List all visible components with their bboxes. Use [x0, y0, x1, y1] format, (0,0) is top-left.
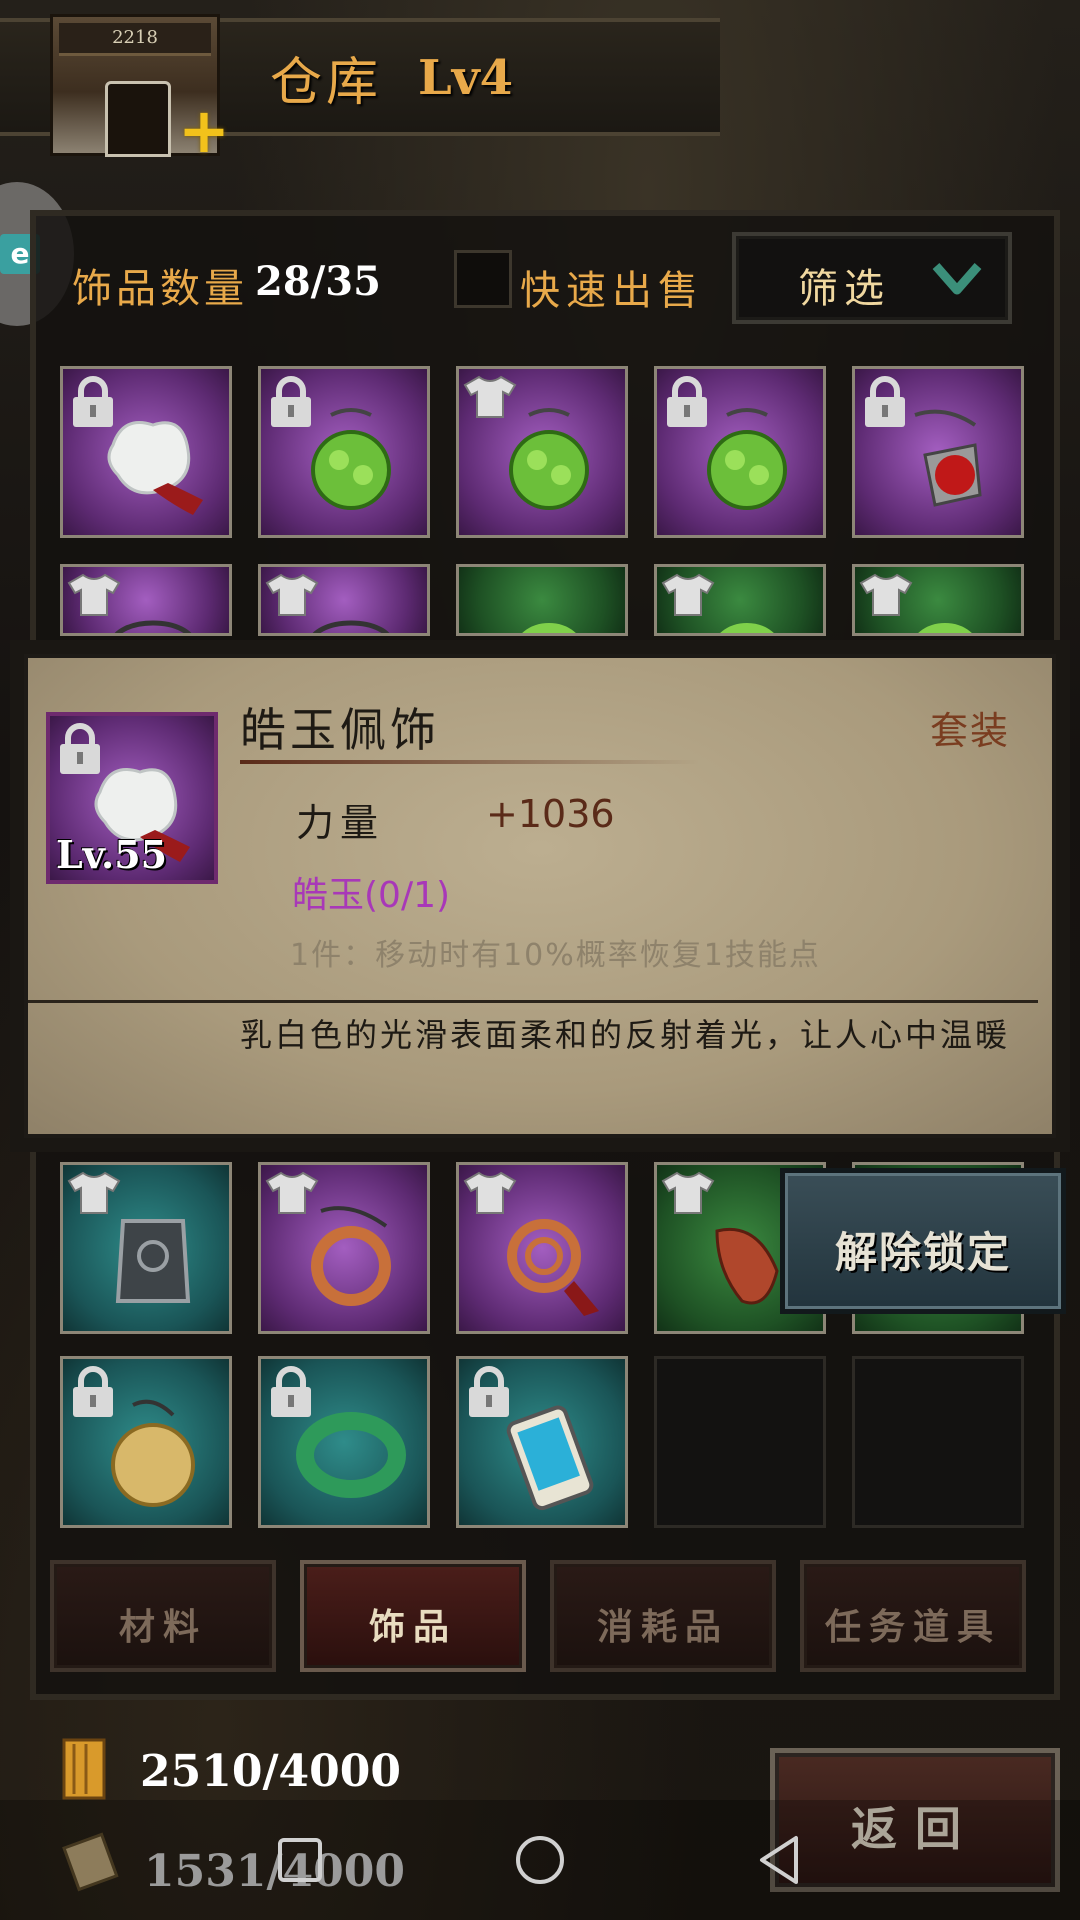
filter-label: 筛选 [798, 266, 890, 312]
tooltip-set-tag: 套装 [930, 709, 1011, 753]
tab-label: 消耗品 [596, 1606, 729, 1648]
inventory-slot[interactable] [456, 1162, 628, 1334]
inventory-slot[interactable] [456, 564, 628, 636]
copper-coil-tassel-icon [507, 1219, 599, 1316]
tooltip-item-name: 皓玉佩饰 [240, 703, 440, 757]
tab-consumables[interactable]: 消耗品 [550, 1560, 776, 1672]
tab-quest-items[interactable]: 任务道具 [800, 1560, 1026, 1672]
equipped-shirt-icon [661, 1171, 715, 1214]
empty-slot[interactable] [852, 1356, 1024, 1528]
equipped-shirt-icon [463, 375, 517, 418]
equipped-shirt-icon [859, 573, 913, 616]
inventory-slot[interactable] [258, 1162, 430, 1334]
green-ring-icon [522, 623, 576, 633]
tab-label: 材料 [118, 1606, 207, 1648]
lock-icon [271, 376, 311, 427]
tooltip-title-divider [240, 760, 700, 764]
equipped-shirt-icon [67, 573, 121, 616]
lock-icon [667, 376, 707, 427]
inventory-slot[interactable] [654, 564, 826, 636]
plus-icon[interactable]: + [178, 100, 230, 162]
copper-ring-icon [311, 1206, 391, 1306]
lock-icon [865, 376, 905, 427]
inventory-slot[interactable] [60, 1162, 232, 1334]
unlock-button[interactable]: 解除锁定 [780, 1168, 1066, 1314]
building-door [105, 81, 171, 157]
recent-apps-icon[interactable] [270, 1830, 330, 1890]
accessory-count-label: 饰品数量 [72, 266, 248, 312]
tooltip-set-name: 皓玉(0/1) [292, 875, 451, 916]
quick-sell-label[interactable]: 快速出售 [520, 258, 704, 316]
equipped-shirt-icon [265, 1171, 319, 1214]
equipped-shirt-icon [661, 573, 715, 616]
equipped-shirt-icon [67, 1171, 121, 1214]
back-triangle-icon[interactable] [750, 1830, 810, 1890]
filter-button[interactable]: 筛选 [732, 232, 1012, 324]
tab-label: 饰品 [368, 1606, 457, 1648]
inventory-slot[interactable] [258, 1356, 430, 1528]
unlock-label: 解除锁定 [834, 1228, 1011, 1277]
tooltip-description: 乳白色的光滑表面柔和的反射着光，让人心中温暖 [240, 1016, 1011, 1054]
quick-sell-checkbox[interactable] [454, 250, 512, 308]
accessory-count-value: 28/35 [255, 258, 381, 305]
inventory-slot[interactable] [258, 564, 430, 636]
page-title: 仓库 [270, 53, 383, 113]
lock-icon [73, 376, 113, 427]
tab-accessories[interactable]: 饰品 [300, 1560, 526, 1672]
inventory-slot[interactable] [60, 1356, 232, 1528]
inventory-slot[interactable] [60, 366, 232, 538]
tab-materials[interactable]: 材料 [50, 1560, 276, 1672]
inventory-slot[interactable] [654, 366, 826, 538]
equipped-shirt-icon [463, 1171, 517, 1214]
tooltip-item-level: Lv.55 [56, 832, 168, 877]
lock-icon [469, 1366, 509, 1417]
warehouse-level: Lv4 [418, 50, 514, 106]
silver-lock-amulet-icon [115, 1219, 191, 1303]
tooltip-set-effect: 1件：移动时有10%概率恢复1技能点 [290, 938, 821, 973]
inventory-slot[interactable] [456, 366, 628, 538]
empty-slot[interactable] [654, 1356, 826, 1528]
system-navbar [0, 1800, 1080, 1920]
inventory-slot[interactable] [258, 366, 430, 538]
inventory-slot[interactable] [60, 564, 232, 636]
building-sign: 2218 [59, 23, 211, 56]
inventory-slot[interactable] [852, 564, 1024, 636]
tooltip-stat-value: +1036 [486, 792, 615, 836]
tab-label: 任务道具 [824, 1606, 1001, 1648]
tooltip-stat-name: 力量 [296, 801, 385, 845]
green-jade-charm-icon [509, 408, 589, 510]
inventory-slot[interactable] [456, 1356, 628, 1528]
book-icon [62, 1738, 106, 1800]
equipped-shirt-icon [265, 573, 319, 616]
chevron-down-icon [932, 263, 982, 295]
tooltip-divider [28, 1000, 1038, 1003]
lock-icon [271, 1366, 311, 1417]
inventory-slot[interactable] [852, 366, 1024, 538]
resource-value-book: 2510/4000 [140, 1746, 401, 1797]
lock-icon [73, 1366, 113, 1417]
home-circle-icon[interactable] [510, 1830, 570, 1890]
